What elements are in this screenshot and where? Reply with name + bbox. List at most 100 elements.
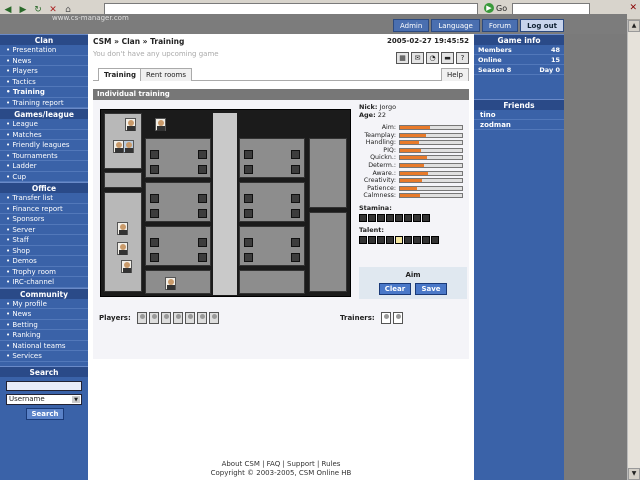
sidebar-item-friendly-leagues[interactable]: • Friendly leagues xyxy=(0,140,88,151)
player-info: Nick: Jorgo Age: 22 Aim: Teamplay: Handlin… xyxy=(359,103,467,244)
sidebar-item-sponsors[interactable]: • Sponsors xyxy=(0,214,88,225)
skill-bar-fill xyxy=(400,133,427,137)
vertical-scrollbar[interactable]: ▲ ▼ xyxy=(627,20,640,480)
datetime: 2005-02-27 19:45:52 xyxy=(386,37,469,45)
player-token[interactable] xyxy=(155,118,166,131)
footer-links[interactable]: About CSM | FAQ | Support | Rules xyxy=(88,460,474,469)
player-token[interactable] xyxy=(125,118,136,131)
player-avatar[interactable] xyxy=(172,312,183,324)
player-avatar[interactable] xyxy=(136,312,147,324)
skill-bar xyxy=(399,185,463,191)
sidebar-item-irc-channel[interactable]: • IRC-channel xyxy=(0,277,88,288)
refresh-icon[interactable]: ◔ xyxy=(426,52,439,64)
sidebar-item-trophy-room[interactable]: • Trophy room xyxy=(0,267,88,277)
tab-training[interactable]: Training xyxy=(98,68,142,81)
trainer-avatar[interactable] xyxy=(380,312,391,324)
go-button[interactable]: ▶ Go xyxy=(484,3,507,13)
scroll-up-icon[interactable]: ▲ xyxy=(628,20,640,32)
player-token[interactable] xyxy=(117,242,128,255)
sidebar-item-news[interactable]: • News xyxy=(0,309,88,320)
skill-row: Creativity: xyxy=(359,177,467,185)
sidebar-item-staff[interactable]: • Staff xyxy=(0,235,88,246)
skill-bar-fill xyxy=(400,194,420,198)
skill-label: Aware.: xyxy=(372,169,396,177)
save-button[interactable]: Save xyxy=(415,283,447,295)
sidebar-item-services[interactable]: • Services xyxy=(0,351,88,362)
trainers-bar: Trainers: xyxy=(340,312,403,324)
friend-item[interactable]: zodman xyxy=(474,120,564,130)
right-sidebar: Game info Members 48 Online 15 Season 8 Day 0… xyxy=(474,34,564,480)
sidebar-item-my-profile[interactable]: • My profile xyxy=(0,299,88,309)
sidebar-heading-office: Office xyxy=(0,182,88,193)
player-token[interactable] xyxy=(117,222,128,235)
sidebar-item-transfer-list[interactable]: • Transfer list xyxy=(0,193,88,204)
sidebar-item-national-teams[interactable]: • National teams xyxy=(0,341,88,351)
sidebar-item-matches[interactable]: • Matches xyxy=(0,130,88,140)
sidebar-heading-games-league: Games/league xyxy=(0,108,88,119)
chevron-down-icon: ▼ xyxy=(72,395,80,403)
sidebar-item-tournaments[interactable]: • Tournaments xyxy=(0,151,88,161)
search-type-select[interactable]: Username ▼ xyxy=(6,393,82,405)
trainer-avatar[interactable] xyxy=(392,312,403,324)
game-info-row: Season 8 Day 0 xyxy=(474,65,564,75)
player-avatar[interactable] xyxy=(160,312,171,324)
clear-button[interactable]: Clear xyxy=(379,283,411,295)
nav-forum[interactable]: Forum xyxy=(481,19,519,32)
search-button[interactable]: Search xyxy=(26,407,64,420)
player-token[interactable] xyxy=(121,260,132,273)
skill-row: Teamplay: xyxy=(359,132,467,140)
game-info-row: Members 48 xyxy=(474,45,564,55)
sidebar-item-tactics[interactable]: • Tactics xyxy=(0,77,88,87)
player-token[interactable] xyxy=(123,140,134,153)
chat-icon[interactable]: ▬ xyxy=(441,52,454,64)
player-avatar[interactable] xyxy=(148,312,159,324)
nav-log-out[interactable]: Log out xyxy=(520,19,564,32)
help-icon[interactable]: ? xyxy=(456,52,469,64)
player-avatar[interactable] xyxy=(196,312,207,324)
player-avatar[interactable] xyxy=(208,312,219,324)
skill-row: PIQ: xyxy=(359,147,467,155)
sidebar-item-ranking[interactable]: • Ranking xyxy=(0,330,88,341)
player-avatar[interactable] xyxy=(184,312,195,324)
tab-bar: Training Rent rooms Help xyxy=(93,68,469,81)
sidebar-item-players[interactable]: • Players xyxy=(0,66,88,77)
scroll-down-icon[interactable]: ▼ xyxy=(628,468,640,480)
game-info-label: Season 8 xyxy=(478,66,512,74)
sidebar-item-training[interactable]: • Training xyxy=(0,87,88,98)
skill-label: Calmness: xyxy=(363,192,396,200)
sidebar-item-shop[interactable]: • Shop xyxy=(0,246,88,256)
skill-bar xyxy=(399,162,463,168)
tab-rent-rooms[interactable]: Rent rooms xyxy=(140,68,193,81)
training-map[interactable] xyxy=(100,109,351,297)
nav-admin[interactable]: Admin xyxy=(393,19,430,32)
skill-label: Determ.: xyxy=(368,161,396,169)
close-icon[interactable]: ✕ xyxy=(629,3,637,13)
sidebar-item-ladder[interactable]: • Ladder xyxy=(0,161,88,172)
skill-bar xyxy=(399,140,463,146)
sidebar-item-league[interactable]: • League xyxy=(0,119,88,130)
sidebar-item-presentation[interactable]: • Presentation xyxy=(0,45,88,56)
sidebar-item-cup[interactable]: • Cup xyxy=(0,172,88,182)
nav-language[interactable]: Language xyxy=(431,19,480,32)
page-background-margin xyxy=(564,34,627,480)
skill-row: Patience: xyxy=(359,185,467,193)
game-info-label: Online xyxy=(478,56,502,64)
mail-icon[interactable]: ✉ xyxy=(411,52,424,64)
sidebar-item-finance-report[interactable]: • Finance report xyxy=(0,204,88,214)
sidebar-item-demos[interactable]: • Demos xyxy=(0,256,88,267)
skill-row: Quickn.: xyxy=(359,154,467,162)
toolbar: ▦ ✉ ◔ ▬ ? xyxy=(396,52,469,64)
skill-row: Determ.: xyxy=(359,162,467,170)
player-token[interactable] xyxy=(165,277,176,290)
friend-item[interactable]: tino xyxy=(474,110,564,120)
skill-bar xyxy=(399,125,463,130)
sidebar-item-server[interactable]: • Server xyxy=(0,225,88,235)
footer: About CSM | FAQ | Support | Rules Copyri… xyxy=(88,460,474,478)
sidebar-item-betting[interactable]: • Betting xyxy=(0,320,88,330)
search-input[interactable] xyxy=(6,380,82,391)
sidebar-item-training-report[interactable]: • Training report xyxy=(0,98,88,108)
tab-help[interactable]: Help xyxy=(441,68,469,81)
calendar-icon[interactable]: ▦ xyxy=(396,52,409,64)
trainers-label: Trainers: xyxy=(340,314,375,322)
sidebar-item-news[interactable]: • News xyxy=(0,56,88,66)
